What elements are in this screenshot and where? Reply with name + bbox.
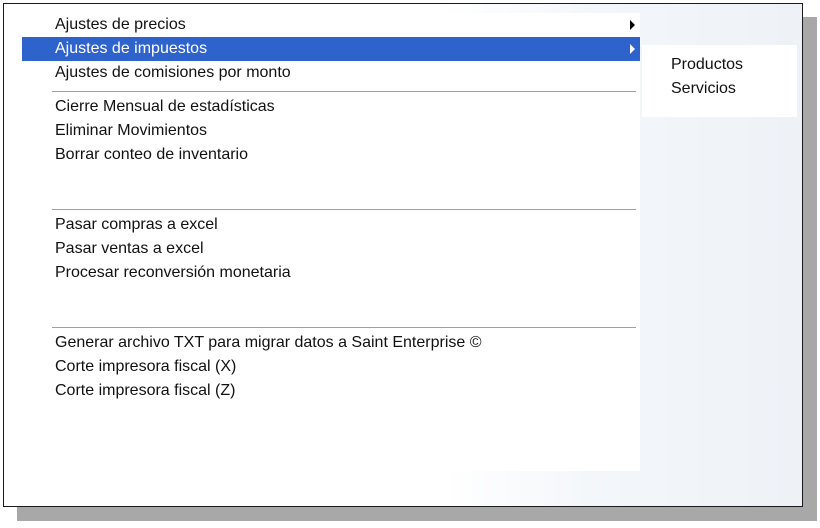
window-frame: Ajustes de precios Ajustes de impuestos … (3, 3, 803, 507)
menu-item-label: Corte impresora fiscal (X) (55, 358, 237, 375)
submenu-arrow-icon (630, 44, 635, 54)
menu-item-generar-archivo-txt[interactable]: Generar archivo TXT para migrar datos a … (22, 331, 640, 355)
menu-item-ajustes-de-comisiones[interactable]: Ajustes de comisiones por monto (22, 61, 640, 85)
menu-separator (52, 91, 636, 93)
menu-item-label: Ajustes de comisiones por monto (55, 64, 291, 81)
menu-item-label: Ajustes de precios (55, 16, 186, 33)
menu-item-cierre-mensual[interactable]: Cierre Mensual de estadísticas (22, 95, 640, 119)
menu-item-borrar-conteo[interactable]: Borrar conteo de inventario (22, 143, 640, 167)
menu-separator (52, 327, 636, 329)
menu-item-label: Pasar ventas a excel (55, 240, 204, 257)
menu-item-label: Procesar reconversión monetaria (55, 264, 291, 281)
submenu-arrow-icon (630, 20, 635, 30)
menu-item-corte-fiscal-z[interactable]: Corte impresora fiscal (Z) (22, 379, 640, 403)
menu-item-eliminar-movimientos[interactable]: Eliminar Movimientos (22, 119, 640, 143)
menu-item-pasar-compras-excel[interactable]: Pasar compras a excel (22, 213, 640, 237)
menu-item-label: Generar archivo TXT para migrar datos a … (55, 334, 482, 351)
menu-item-pasar-ventas-excel[interactable]: Pasar ventas a excel (22, 237, 640, 261)
menu-item-ajustes-de-precios[interactable]: Ajustes de precios (22, 13, 640, 37)
submenu-item-productos[interactable]: Productos (671, 53, 743, 77)
menu-item-label: Pasar compras a excel (55, 216, 218, 233)
menu-item-label: Ajustes de impuestos (55, 40, 208, 57)
menu-item-ajustes-de-impuestos[interactable]: Ajustes de impuestos (22, 37, 640, 61)
menu-item-label: Eliminar Movimientos (55, 122, 208, 139)
context-menu: Ajustes de precios Ajustes de impuestos … (22, 13, 640, 471)
submenu-ajustes-de-impuestos: Productos Servicios (642, 45, 797, 117)
menu-item-label: Borrar conteo de inventario (55, 146, 248, 163)
menu-item-label: Cierre Mensual de estadísticas (55, 98, 275, 115)
menu-item-corte-fiscal-x[interactable]: Corte impresora fiscal (X) (22, 355, 640, 379)
menu-separator (52, 209, 636, 211)
submenu-item-servicios[interactable]: Servicios (671, 77, 736, 101)
menu-item-reconversion-monetaria[interactable]: Procesar reconversión monetaria (22, 261, 640, 285)
menu-item-label: Corte impresora fiscal (Z) (55, 382, 236, 399)
